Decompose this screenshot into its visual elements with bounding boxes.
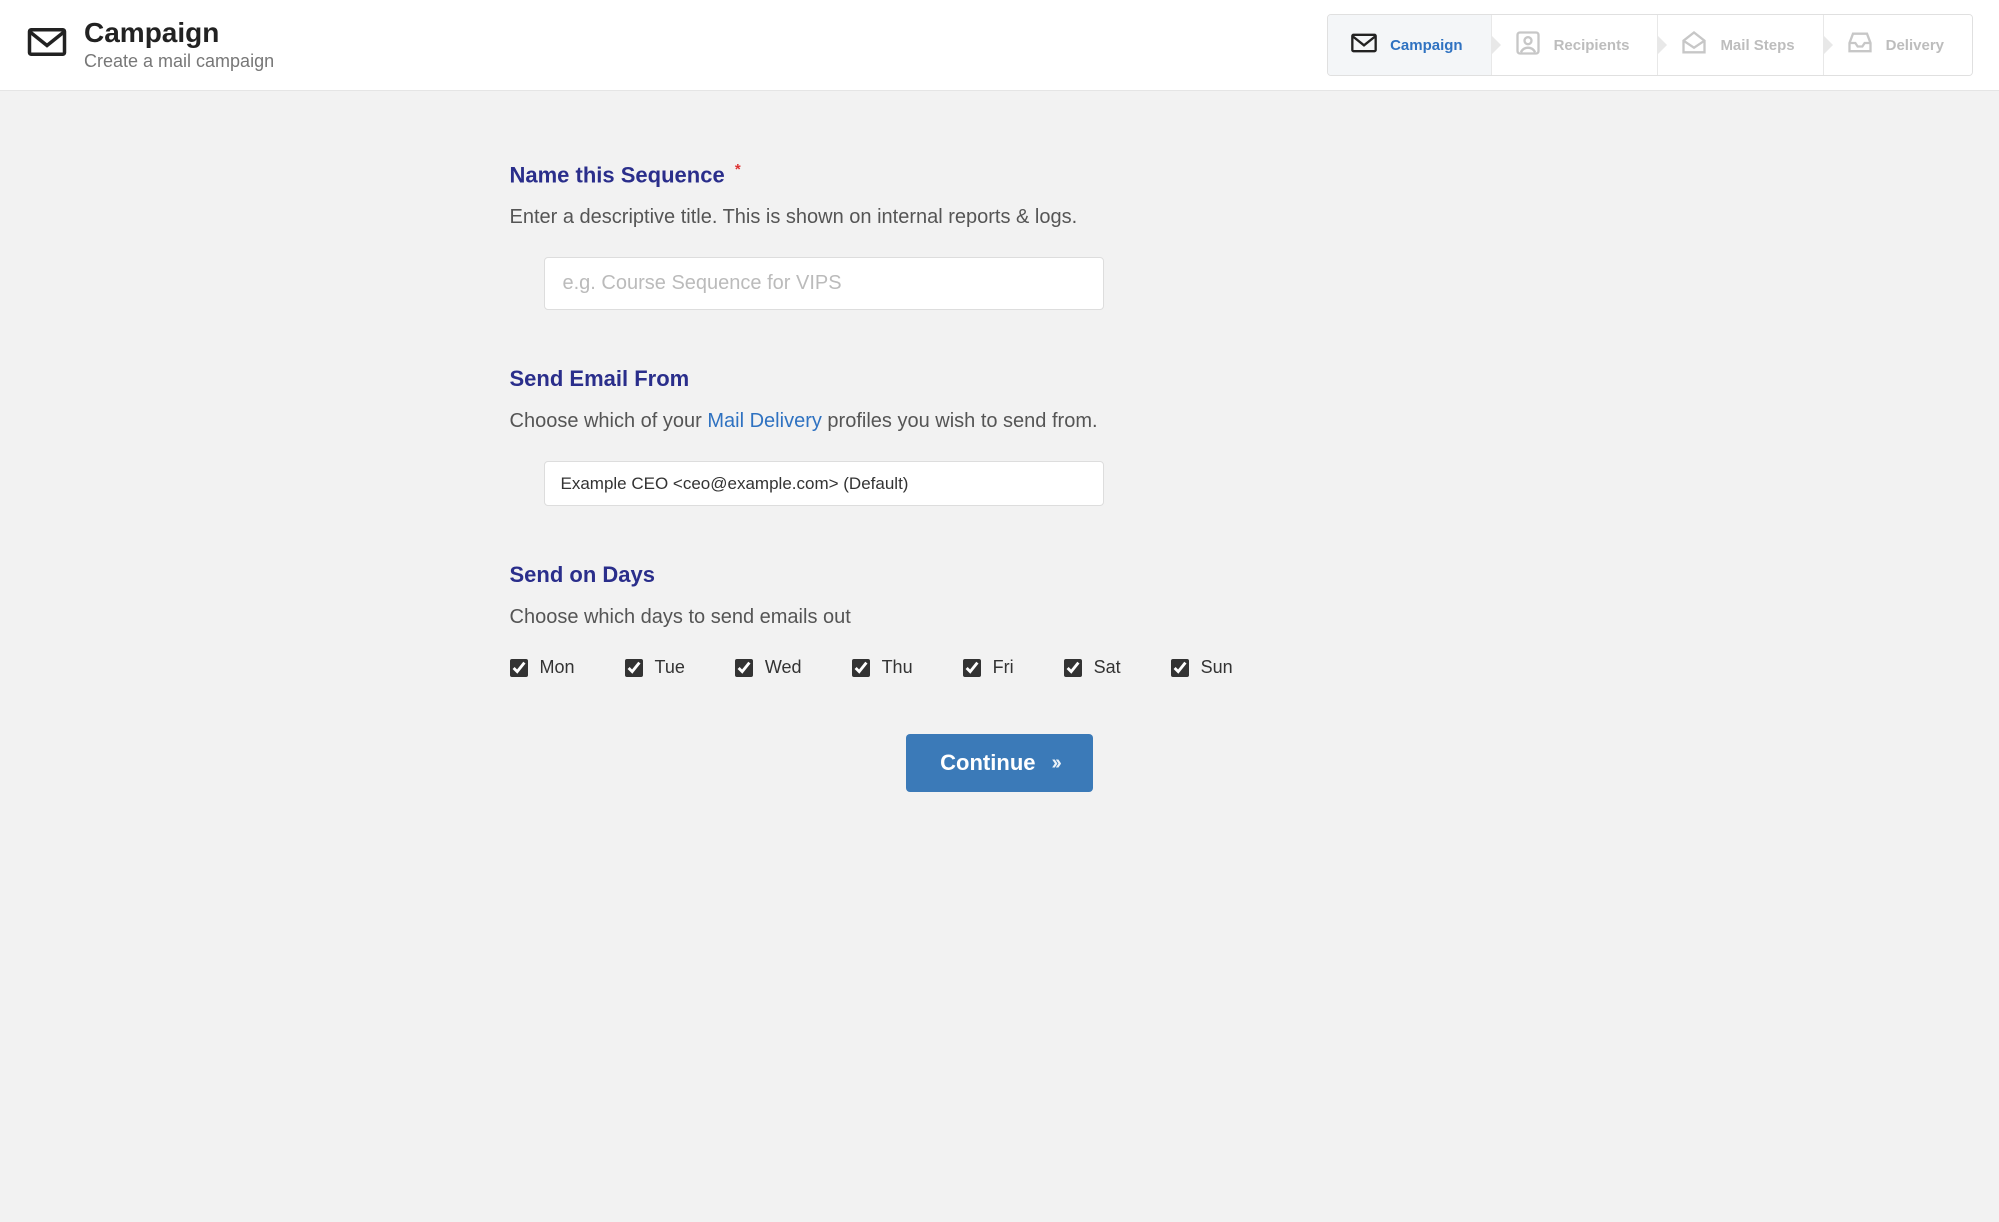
required-asterisk: * [735,161,741,178]
header-left: Campaign Create a mail campaign [26,18,274,72]
section-name: Name this Sequence * Enter a descriptive… [510,161,1490,310]
desc-pre: Choose which of your [510,410,708,432]
step-delivery[interactable]: Delivery [1824,15,1972,75]
envelope-icon [26,21,68,68]
page-title: Campaign [84,18,274,49]
day-label: Sat [1094,657,1121,678]
open-envelope-icon [1680,29,1708,61]
day-label: Thu [882,657,913,678]
day-sun[interactable]: Sun [1171,657,1233,678]
chevron-double-right-icon: ›› [1052,752,1059,775]
section-description: Choose which days to send emails out [510,606,1490,629]
step-label: Campaign [1390,37,1463,54]
days-group: Mon Tue Wed Thu Fri Sat [510,657,1490,678]
day-sun-checkbox[interactable] [1171,659,1189,677]
day-label: Fri [993,657,1014,678]
main-content: Name this Sequence * Enter a descriptive… [490,91,1510,852]
mail-delivery-link[interactable]: Mail Delivery [707,410,821,432]
continue-button[interactable]: Continue ›› [906,734,1093,792]
section-heading: Send on Days [510,562,1490,588]
page-header: Campaign Create a mail campaign Campaign [0,0,1999,91]
from-profile-select[interactable]: Example CEO <ceo@example.com> (Default) [544,461,1104,506]
inbox-icon [1846,29,1874,61]
step-nav: Campaign Recipients Mail Steps [1327,14,1973,76]
day-label: Wed [765,657,802,678]
step-recipients[interactable]: Recipients [1492,15,1659,75]
section-days: Send on Days Choose which days to send e… [510,562,1490,678]
day-sat[interactable]: Sat [1064,657,1121,678]
page-subtitle: Create a mail campaign [84,51,274,72]
step-label: Mail Steps [1720,37,1794,54]
heading-text: Name this Sequence [510,162,725,187]
section-description: Choose which of your Mail Delivery profi… [510,410,1490,433]
section-heading: Name this Sequence * [510,161,1490,188]
day-mon[interactable]: Mon [510,657,575,678]
step-campaign[interactable]: Campaign [1328,15,1492,75]
section-description: Enter a descriptive title. This is shown… [510,206,1490,229]
day-thu-checkbox[interactable] [852,659,870,677]
day-mon-checkbox[interactable] [510,659,528,677]
desc-post: profiles you wish to send from. [822,410,1098,432]
day-wed-checkbox[interactable] [735,659,753,677]
day-tue-checkbox[interactable] [625,659,643,677]
user-box-icon [1514,29,1542,61]
continue-label: Continue [940,750,1035,776]
day-wed[interactable]: Wed [735,657,802,678]
day-fri-checkbox[interactable] [963,659,981,677]
day-fri[interactable]: Fri [963,657,1014,678]
step-label: Delivery [1886,37,1944,54]
step-mail-steps[interactable]: Mail Steps [1658,15,1823,75]
day-label: Tue [655,657,685,678]
actions: Continue ›› [510,734,1490,792]
step-label: Recipients [1554,37,1630,54]
day-thu[interactable]: Thu [852,657,913,678]
day-label: Sun [1201,657,1233,678]
title-block: Campaign Create a mail campaign [84,18,274,72]
section-from: Send Email From Choose which of your Mai… [510,366,1490,506]
envelope-icon [1350,29,1378,61]
section-heading: Send Email From [510,366,1490,392]
sequence-name-input[interactable] [544,257,1104,310]
day-label: Mon [540,657,575,678]
day-sat-checkbox[interactable] [1064,659,1082,677]
day-tue[interactable]: Tue [625,657,685,678]
